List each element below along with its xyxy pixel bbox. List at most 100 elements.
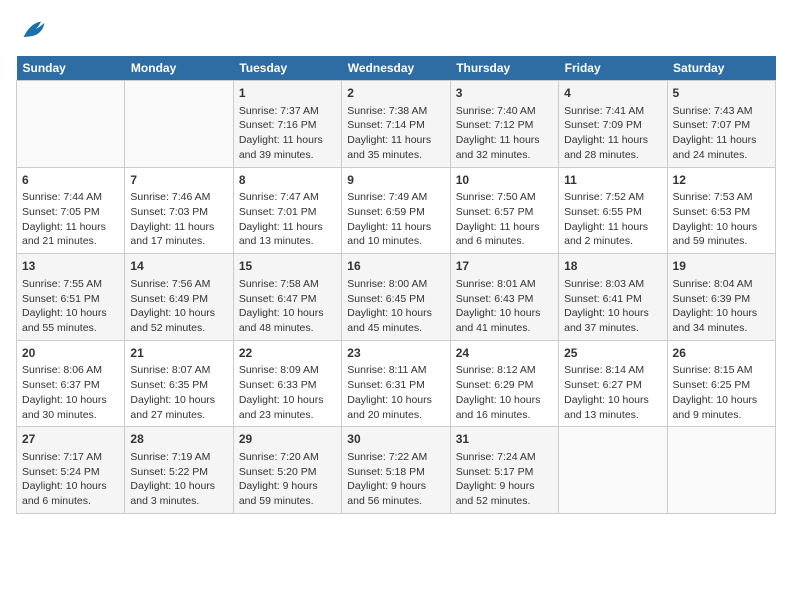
calendar-cell: 3Sunrise: 7:40 AMSunset: 7:12 PMDaylight… (450, 81, 558, 168)
day-info: Sunset: 6:35 PM (130, 378, 227, 393)
day-info: Sunrise: 7:52 AM (564, 190, 661, 205)
day-number: 6 (22, 172, 119, 189)
day-info: Daylight: 10 hours and 52 minutes. (130, 306, 227, 335)
day-number: 13 (22, 258, 119, 275)
calendar-cell: 20Sunrise: 8:06 AMSunset: 6:37 PMDayligh… (17, 340, 125, 427)
day-number: 5 (673, 85, 770, 102)
header-day-monday: Monday (125, 56, 233, 81)
day-info: Daylight: 10 hours and 37 minutes. (564, 306, 661, 335)
day-info: Sunrise: 8:11 AM (347, 363, 444, 378)
day-info: Daylight: 11 hours and 35 minutes. (347, 133, 444, 162)
day-info: Sunrise: 7:40 AM (456, 104, 553, 119)
day-number: 23 (347, 345, 444, 362)
calendar-cell (125, 81, 233, 168)
logo (16, 16, 48, 44)
page-header (16, 16, 776, 44)
day-info: Daylight: 11 hours and 17 minutes. (130, 220, 227, 249)
day-number: 4 (564, 85, 661, 102)
day-info: Sunrise: 7:20 AM (239, 450, 336, 465)
day-info: Sunset: 6:47 PM (239, 292, 336, 307)
day-info: Sunrise: 7:43 AM (673, 104, 770, 119)
day-info: Sunset: 5:20 PM (239, 465, 336, 480)
header-day-sunday: Sunday (17, 56, 125, 81)
day-info: Daylight: 10 hours and 30 minutes. (22, 393, 119, 422)
day-info: Sunset: 7:05 PM (22, 205, 119, 220)
day-number: 21 (130, 345, 227, 362)
calendar-cell: 2Sunrise: 7:38 AMSunset: 7:14 PMDaylight… (342, 81, 450, 168)
day-number: 22 (239, 345, 336, 362)
day-info: Sunrise: 8:09 AM (239, 363, 336, 378)
calendar-cell: 17Sunrise: 8:01 AMSunset: 6:43 PMDayligh… (450, 254, 558, 341)
day-info: Sunrise: 8:15 AM (673, 363, 770, 378)
day-info: Daylight: 10 hours and 34 minutes. (673, 306, 770, 335)
day-info: Sunset: 5:18 PM (347, 465, 444, 480)
day-number: 16 (347, 258, 444, 275)
calendar-cell (559, 427, 667, 514)
calendar-cell (17, 81, 125, 168)
calendar-cell: 13Sunrise: 7:55 AMSunset: 6:51 PMDayligh… (17, 254, 125, 341)
day-number: 15 (239, 258, 336, 275)
day-info: Daylight: 10 hours and 16 minutes. (456, 393, 553, 422)
day-number: 1 (239, 85, 336, 102)
day-number: 12 (673, 172, 770, 189)
day-number: 20 (22, 345, 119, 362)
day-number: 25 (564, 345, 661, 362)
calendar-cell: 5 Sunrise: 7:43 AMSunset: 7:07 PMDaylight… (667, 81, 775, 168)
day-info: Sunset: 6:57 PM (456, 205, 553, 220)
day-info: Sunset: 6:25 PM (673, 378, 770, 393)
calendar-cell: 15Sunrise: 7:58 AMSunset: 6:47 PMDayligh… (233, 254, 341, 341)
day-info: Sunrise: 7:37 AM (239, 104, 336, 119)
day-info: Daylight: 10 hours and 27 minutes. (130, 393, 227, 422)
calendar-cell: 11Sunrise: 7:52 AMSunset: 6:55 PMDayligh… (559, 167, 667, 254)
day-info: Daylight: 10 hours and 3 minutes. (130, 479, 227, 508)
day-info: Daylight: 11 hours and 39 minutes. (239, 133, 336, 162)
day-info: Sunrise: 8:07 AM (130, 363, 227, 378)
day-info: Daylight: 9 hours and 59 minutes. (239, 479, 336, 508)
day-info: Daylight: 10 hours and 9 minutes. (673, 393, 770, 422)
header-day-wednesday: Wednesday (342, 56, 450, 81)
day-number: 17 (456, 258, 553, 275)
header-day-friday: Friday (559, 56, 667, 81)
day-info: Daylight: 10 hours and 45 minutes. (347, 306, 444, 335)
day-info: Daylight: 10 hours and 20 minutes. (347, 393, 444, 422)
day-info: Sunset: 7:01 PM (239, 205, 336, 220)
day-info: Sunrise: 8:03 AM (564, 277, 661, 292)
day-info: Sunrise: 8:06 AM (22, 363, 119, 378)
day-info: Daylight: 10 hours and 48 minutes. (239, 306, 336, 335)
day-info: Sunset: 7:07 PM (673, 118, 770, 133)
logo-bird-icon (20, 16, 48, 44)
day-info: Daylight: 10 hours and 59 minutes. (673, 220, 770, 249)
day-number: 30 (347, 431, 444, 448)
calendar-cell: 26Sunrise: 8:15 AMSunset: 6:25 PMDayligh… (667, 340, 775, 427)
day-info: Sunrise: 7:50 AM (456, 190, 553, 205)
day-info: Sunset: 6:53 PM (673, 205, 770, 220)
calendar-cell: 23Sunrise: 8:11 AMSunset: 6:31 PMDayligh… (342, 340, 450, 427)
day-info: Sunset: 6:37 PM (22, 378, 119, 393)
day-info: Sunset: 6:29 PM (456, 378, 553, 393)
day-info: Sunset: 7:03 PM (130, 205, 227, 220)
day-number: 10 (456, 172, 553, 189)
day-number: 14 (130, 258, 227, 275)
calendar-cell: 31Sunrise: 7:24 AMSunset: 5:17 PMDayligh… (450, 427, 558, 514)
day-info: Sunrise: 8:14 AM (564, 363, 661, 378)
day-info: Sunset: 5:24 PM (22, 465, 119, 480)
day-number: 3 (456, 85, 553, 102)
day-info: Sunrise: 7:53 AM (673, 190, 770, 205)
day-info: Sunset: 6:27 PM (564, 378, 661, 393)
calendar-cell: 10Sunrise: 7:50 AMSunset: 6:57 PMDayligh… (450, 167, 558, 254)
calendar-cell: 4Sunrise: 7:41 AMSunset: 7:09 PMDaylight… (559, 81, 667, 168)
day-info: Daylight: 10 hours and 13 minutes. (564, 393, 661, 422)
day-info: Daylight: 11 hours and 32 minutes. (456, 133, 553, 162)
calendar-cell: 27Sunrise: 7:17 AMSunset: 5:24 PMDayligh… (17, 427, 125, 514)
day-info: Sunset: 6:31 PM (347, 378, 444, 393)
day-info: Daylight: 11 hours and 24 minutes. (673, 133, 770, 162)
day-info: Sunset: 7:14 PM (347, 118, 444, 133)
day-info: Sunset: 6:55 PM (564, 205, 661, 220)
day-info: Sunset: 6:43 PM (456, 292, 553, 307)
day-info: Sunrise: 7:17 AM (22, 450, 119, 465)
day-number: 26 (673, 345, 770, 362)
day-number: 27 (22, 431, 119, 448)
calendar-cell: 22Sunrise: 8:09 AMSunset: 6:33 PMDayligh… (233, 340, 341, 427)
calendar-table: SundayMondayTuesdayWednesdayThursdayFrid… (16, 56, 776, 514)
day-info: Daylight: 10 hours and 41 minutes. (456, 306, 553, 335)
